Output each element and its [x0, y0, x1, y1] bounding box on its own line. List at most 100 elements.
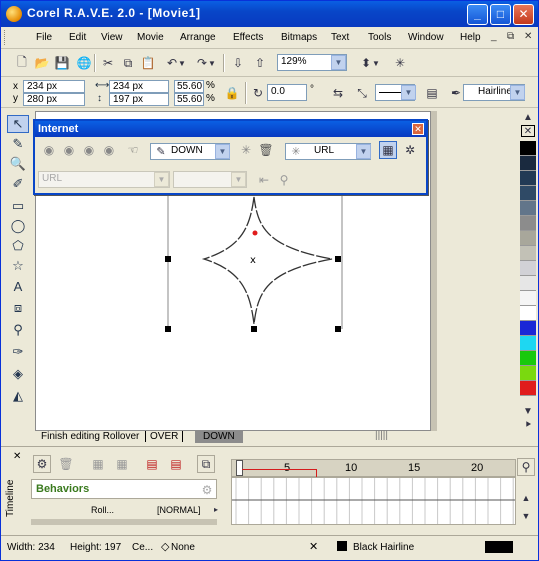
- launcher-dropdown-icon[interactable]: ▼: [371, 54, 381, 72]
- rectangle-tool-icon[interactable]: ▭: [7, 197, 29, 215]
- save-icon[interactable]: 💾: [53, 54, 71, 72]
- copy-state-icon[interactable]: ✳: [237, 141, 255, 159]
- eyedropper-tool-icon[interactable]: ⚲: [7, 321, 29, 339]
- color-swatch[interactable]: [520, 141, 536, 156]
- interactive-tool-icon[interactable]: ⧈: [7, 299, 29, 317]
- menu-movie[interactable]: Movie: [137, 32, 164, 43]
- maximize-button[interactable]: □: [490, 4, 511, 25]
- color-swatch[interactable]: [520, 201, 536, 216]
- ellipse-tool-icon[interactable]: ◯: [7, 217, 29, 235]
- mirror-icon[interactable]: ⇆: [329, 84, 347, 102]
- outline-style-dropdown-icon[interactable]: ▼: [401, 85, 416, 100]
- menu-arrange[interactable]: Arrange: [180, 32, 216, 43]
- track-scroll-up-icon[interactable]: ▲: [517, 489, 535, 507]
- color-swatch[interactable]: [520, 261, 536, 276]
- behavior-dropdown-icon[interactable]: ▼: [356, 144, 371, 159]
- selection-handle[interactable]: [165, 256, 171, 262]
- rollover-finish-icon[interactable]: ◉: [100, 141, 118, 159]
- color-swatch[interactable]: [520, 156, 536, 171]
- fill-tool-icon[interactable]: ◈: [7, 365, 29, 383]
- timeline-zoom-icon[interactable]: ⚲: [517, 458, 535, 476]
- row-scroll-icon[interactable]: ▸: [207, 503, 225, 515]
- selection-handle[interactable]: [335, 256, 341, 262]
- menu-text[interactable]: Text: [331, 32, 349, 43]
- shape-tool-icon[interactable]: ✎: [7, 135, 29, 153]
- target-dropdown-icon[interactable]: ▼: [231, 172, 246, 187]
- text-tool-icon[interactable]: A: [7, 277, 29, 295]
- x-position-field[interactable]: 234 px: [23, 80, 85, 93]
- timeline-close-icon[interactable]: ✕: [13, 451, 21, 462]
- rollover-extract-icon[interactable]: ◉: [80, 141, 98, 159]
- rotation-handle[interactable]: [252, 230, 258, 236]
- internet-toolbar-title[interactable]: Internet: [35, 121, 426, 137]
- live-preview-icon[interactable]: ☜: [124, 141, 142, 159]
- zoom-dropdown-icon[interactable]: ▼: [331, 55, 346, 70]
- timeline-left-scrollbar[interactable]: [31, 519, 217, 525]
- doc-close-button[interactable]: ✕: [524, 31, 532, 42]
- menu-tools[interactable]: Tools: [368, 32, 391, 43]
- color-swatch[interactable]: [520, 351, 536, 366]
- color-swatch[interactable]: [520, 336, 536, 351]
- color-swatch[interactable]: [520, 246, 536, 261]
- internet-toolbar-close-button[interactable]: ✕: [412, 123, 424, 135]
- export-icon[interactable]: ⇧: [251, 54, 269, 72]
- rotation-field[interactable]: 0.0: [267, 84, 307, 101]
- state-dropdown-icon[interactable]: ▼: [215, 144, 230, 159]
- object-height-field[interactable]: 197 px: [109, 93, 169, 106]
- hotspot-icon[interactable]: ⇤: [255, 171, 273, 189]
- wrap-icon[interactable]: ⤡: [353, 84, 371, 102]
- scale-y-field[interactable]: 55.60: [174, 93, 204, 106]
- color-swatch[interactable]: [520, 381, 536, 396]
- palette-expand-icon[interactable]: ⯈: [521, 419, 535, 431]
- behavior-icon[interactable]: ⚙: [33, 455, 51, 473]
- selection-handle[interactable]: [165, 326, 171, 332]
- copy-icon[interactable]: ⧉: [119, 54, 137, 72]
- minimize-button[interactable]: _: [467, 4, 488, 25]
- tab-over[interactable]: OVER: [145, 431, 184, 442]
- symbol-manager-icon[interactable]: ✳: [391, 54, 409, 72]
- color-swatch[interactable]: [520, 171, 536, 186]
- color-swatch[interactable]: [520, 231, 536, 246]
- publish-icon[interactable]: 🌐: [75, 54, 93, 72]
- canvas-scrollbar[interactable]: [431, 111, 437, 431]
- palette-scroll-down-icon[interactable]: ▼: [521, 405, 535, 417]
- behaviors-options-icon[interactable]: ⚙: [198, 481, 216, 499]
- track-scroll-down-icon[interactable]: ▼: [517, 507, 535, 525]
- frame-ruler[interactable]: 5 10 15 20: [231, 459, 516, 477]
- color-swatch[interactable]: [520, 291, 536, 306]
- lock-ratio-icon[interactable]: 🔒: [223, 84, 241, 102]
- new-icon[interactable]: 🗋: [13, 54, 31, 72]
- redo-dropdown-icon[interactable]: ▼: [207, 54, 217, 72]
- pick-tool-icon[interactable]: ↖: [7, 115, 29, 133]
- color-swatch[interactable]: [520, 366, 536, 381]
- insert-frame-icon[interactable]: ▤: [143, 455, 161, 473]
- tab-down[interactable]: DOWN: [195, 430, 243, 443]
- zoom-tool-icon[interactable]: 🔍: [7, 155, 29, 173]
- playhead[interactable]: [236, 460, 243, 476]
- frame-track[interactable]: [231, 477, 516, 525]
- interactive-fill-tool-icon[interactable]: ◭: [7, 387, 29, 405]
- doc-restore-button[interactable]: ⧉: [507, 31, 514, 42]
- open-icon[interactable]: 📂: [33, 54, 51, 72]
- cut-icon[interactable]: ✂: [99, 54, 117, 72]
- menu-view[interactable]: View: [101, 32, 123, 43]
- color-swatch[interactable]: [520, 186, 536, 201]
- undo-dropdown-icon[interactable]: ▼: [177, 54, 187, 72]
- rollover-create-icon[interactable]: ◉: [40, 141, 58, 159]
- palette-scroll-up-icon[interactable]: ▲: [521, 111, 535, 123]
- star-tool-icon[interactable]: ☆: [7, 257, 29, 275]
- timeline-delete-icon[interactable]: 🗑: [57, 455, 75, 473]
- text-wrap-icon[interactable]: ▤: [423, 84, 441, 102]
- polygon-tool-icon[interactable]: ⬠: [7, 237, 29, 255]
- timeline-item2-icon[interactable]: ▦: [113, 455, 131, 473]
- menu-bitmaps[interactable]: Bitmaps: [281, 32, 317, 43]
- delete-frame-icon[interactable]: ▤: [167, 455, 185, 473]
- menu-window[interactable]: Window: [408, 32, 444, 43]
- behaviors-row[interactable]: Behaviors ⚙: [31, 479, 217, 499]
- outline-width-dropdown-icon[interactable]: ▼: [510, 85, 525, 100]
- color-swatch[interactable]: [520, 276, 536, 291]
- rollover-edit-icon[interactable]: ◉: [60, 141, 78, 159]
- menu-file[interactable]: File: [36, 32, 52, 43]
- bookmark-icon[interactable]: ⚲: [275, 171, 293, 189]
- doc-minimize-button[interactable]: _: [491, 31, 497, 42]
